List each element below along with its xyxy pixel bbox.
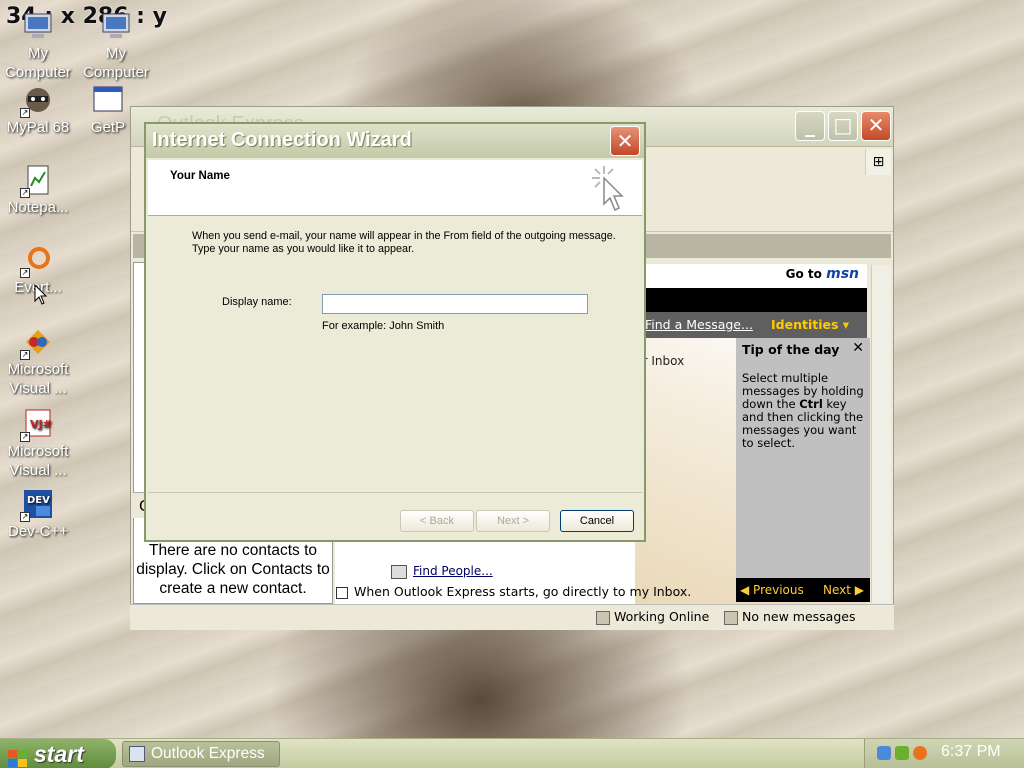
identities-menu[interactable]: Identities ▾ bbox=[771, 317, 849, 332]
raccoon-icon: ↗ bbox=[20, 84, 54, 118]
visual-j-icon: VJ# ↗ bbox=[20, 408, 54, 442]
wizard-header: Your Name bbox=[148, 160, 642, 216]
address-book-icon bbox=[391, 564, 407, 579]
system-tray: 6:37 PM bbox=[864, 739, 1024, 768]
svg-text:VJ#: VJ# bbox=[30, 418, 52, 431]
network-tray-icon[interactable] bbox=[877, 746, 891, 760]
desktop-icon-label: MyPal 68 bbox=[6, 119, 70, 136]
wizard-cursor-sparkle-icon bbox=[590, 164, 630, 214]
notepad-icon: ↗ bbox=[20, 164, 54, 198]
taskbar-item-label: Outlook Express bbox=[151, 745, 265, 762]
taskbar: start Outlook Express 6:37 PM bbox=[0, 738, 1024, 768]
desktop-icon-mypal[interactable]: ↗ MyPal 68 bbox=[0, 84, 76, 137]
display-name-example: For example: John Smith bbox=[322, 320, 445, 332]
display-name-label: Display name: bbox=[222, 296, 292, 308]
status-messages: No new messages bbox=[724, 609, 855, 625]
startup-inbox-checkbox[interactable]: When Outlook Express starts, go directly… bbox=[336, 584, 691, 599]
clock[interactable]: 6:37 PM bbox=[941, 743, 1001, 761]
desktop-icon-label: Visual ... bbox=[9, 462, 67, 479]
wizard-close-button[interactable]: ✕ bbox=[610, 126, 640, 156]
close-button[interactable]: ✕ bbox=[861, 111, 891, 141]
shortcut-arrow-icon: ↗ bbox=[20, 188, 30, 198]
wizard-titlebar[interactable]: Internet Connection Wizard ✕ bbox=[146, 124, 644, 158]
svg-text:DEV: DEV bbox=[27, 495, 50, 506]
main-scrollbar[interactable] bbox=[871, 265, 891, 603]
desktop-icon-label: Computer bbox=[5, 64, 71, 81]
desktop-icon-label: GetP bbox=[90, 119, 126, 136]
tip-body: Select multiple messages by holding down… bbox=[742, 371, 864, 450]
outlook-express-icon bbox=[129, 746, 145, 762]
cancel-button[interactable]: Cancel bbox=[560, 510, 634, 532]
window-app-icon bbox=[92, 84, 124, 116]
tip-previous-button[interactable]: ◀ Previous bbox=[740, 583, 804, 597]
goto-label: Go to bbox=[785, 267, 822, 281]
desktop-icon-label: Dev-C++ bbox=[7, 523, 69, 540]
tip-of-the-day-panel: Tip of the day ✕ Select multiple message… bbox=[736, 338, 870, 602]
computer-icon bbox=[100, 10, 132, 42]
desktop-icon-visual-j[interactable]: VJ# ↗ Microsoft Visual ... bbox=[0, 408, 76, 480]
desktop-icon-my-computer-2[interactable]: My Computer bbox=[78, 10, 154, 82]
checkbox[interactable] bbox=[336, 586, 348, 599]
shortcut-arrow-icon: ↗ bbox=[20, 108, 30, 118]
magnifier-orange-icon: ↗ bbox=[20, 244, 54, 278]
desktop-icon-my-computer[interactable]: My Computer bbox=[0, 10, 76, 82]
network-icon bbox=[596, 610, 610, 625]
windows-flag-icon: ⊞ bbox=[865, 149, 891, 175]
desktop-icon-notepad[interactable]: ↗ Notepa... bbox=[0, 164, 76, 217]
security-tray-icon[interactable] bbox=[895, 746, 909, 760]
shortcut-arrow-icon: ↗ bbox=[20, 268, 30, 278]
start-button[interactable]: start bbox=[0, 739, 116, 768]
visual-studio-icon: ↗ bbox=[20, 326, 54, 360]
shortcut-arrow-icon: ↗ bbox=[20, 432, 30, 442]
tip-title: Tip of the day bbox=[742, 342, 840, 357]
minimize-button[interactable]: _ bbox=[795, 111, 825, 141]
windows-logo-icon bbox=[8, 745, 28, 767]
identities-label: Identities bbox=[771, 317, 839, 332]
msn-logo: msn bbox=[826, 266, 859, 282]
wizard-step-title: Your Name bbox=[170, 170, 230, 182]
desktop-icon-label: Microsoft bbox=[7, 361, 69, 378]
back-button[interactable]: < Back bbox=[400, 510, 474, 532]
tip-footer: ◀ Previous Next ▶ bbox=[736, 578, 870, 602]
search-tray-icon[interactable] bbox=[913, 746, 927, 760]
wizard-title: Internet Connection Wizard bbox=[152, 129, 412, 151]
shortcut-arrow-icon: ↗ bbox=[20, 350, 30, 360]
taskbar-item-outlook[interactable]: Outlook Express bbox=[122, 741, 280, 767]
dev-cpp-icon: DEV ↗ bbox=[20, 488, 54, 522]
desktop-icon-label: Notepa... bbox=[7, 199, 69, 216]
contacts-empty-text: There are no contacts to display. Click … bbox=[136, 542, 330, 597]
mouse-pointer-icon bbox=[34, 283, 48, 305]
checkbox-label: When Outlook Express starts, go directly… bbox=[354, 584, 692, 599]
maximize-button[interactable]: □ bbox=[828, 111, 858, 141]
desktop-icon-label: Computer bbox=[83, 64, 149, 81]
status-online: Working Online bbox=[596, 609, 709, 625]
desktop-icon-label: My bbox=[28, 45, 48, 62]
desktop-icon-label: Visual ... bbox=[9, 380, 67, 397]
internet-connection-wizard[interactable]: Internet Connection Wizard ✕ Your Name W… bbox=[144, 122, 646, 542]
desktop-icon-visual-studio-1[interactable]: ↗ Microsoft Visual ... bbox=[0, 326, 76, 398]
tip-next-button[interactable]: Next ▶ bbox=[823, 583, 864, 597]
mail-icon bbox=[724, 610, 738, 625]
next-button[interactable]: Next > bbox=[476, 510, 550, 532]
goto-msn-link[interactable]: Go to msn bbox=[786, 266, 859, 282]
desktop-icon-dev-cpp[interactable]: DEV ↗ Dev-C++ bbox=[0, 488, 76, 541]
find-people-link[interactable]: Find People... bbox=[391, 564, 493, 579]
desktop-icon-label: My bbox=[106, 45, 126, 62]
close-icon[interactable]: ✕ bbox=[852, 340, 864, 356]
display-name-input[interactable] bbox=[322, 294, 588, 314]
computer-icon bbox=[22, 10, 54, 42]
shortcut-arrow-icon: ↗ bbox=[20, 512, 30, 522]
divider bbox=[148, 492, 642, 493]
start-label: start bbox=[34, 741, 84, 767]
wizard-description: When you send e-mail, your name will app… bbox=[192, 230, 616, 255]
find-message-link[interactable]: Find a Message... bbox=[645, 317, 753, 332]
find-people-label: Find People... bbox=[413, 564, 493, 578]
status-bar: Working Online No new messages bbox=[130, 604, 894, 630]
desktop-icon-label: Microsoft bbox=[7, 443, 69, 460]
desktop-icon-getp[interactable]: GetP bbox=[78, 84, 138, 137]
